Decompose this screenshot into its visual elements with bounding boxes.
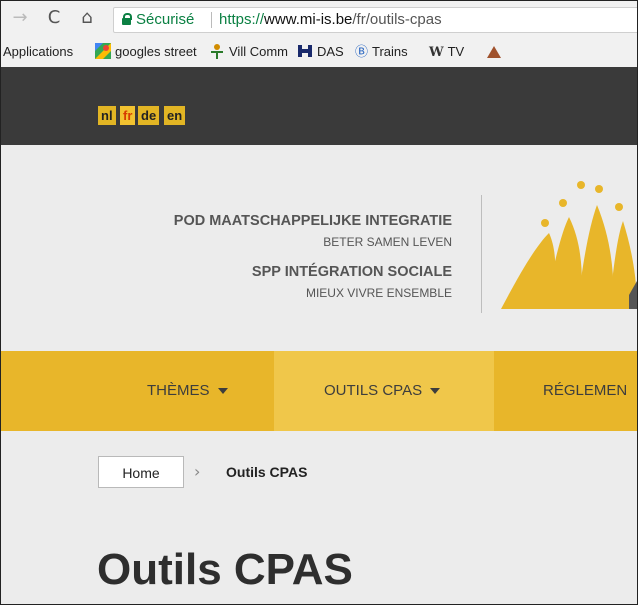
lang-fr[interactable]: fr [120,106,136,125]
bookmark-applications[interactable]: Applications [3,37,73,67]
secure-label: Sécurisé [136,11,195,28]
home-icon[interactable]: ⌂ [76,7,98,29]
nav-themes[interactable]: THÈMES [147,351,228,431]
lock-icon [122,13,132,25]
bookmark-more[interactable] [487,37,505,67]
person-icon [209,43,225,63]
chevron-right-icon: › [194,462,201,481]
nav-outils-cpas[interactable]: OUTILS CPAS [274,351,494,431]
b-circle-icon: Ⓑ [355,44,369,60]
breadcrumb-home[interactable]: Home [98,456,184,488]
site-header: POD MAATSCHAPPELIJKE INTEGRATIE BETER SA… [1,145,637,351]
logo-line-nl-slogan: BETER SAMEN LEVEN [323,235,452,249]
breadcrumb-current: Outils CPAS [226,464,308,480]
url-text[interactable]: https://www.mi-is.be/fr/outils-cpas [219,8,442,32]
lang-de[interactable]: de [138,106,160,125]
bookmark-vill-comm[interactable]: Vill Comm [209,37,288,67]
bookmarks-bar: Applications googles street Vill Comm DA… [1,37,637,68]
back-icon[interactable]: → [9,7,31,29]
bookmark-tv[interactable]: W TV [429,37,464,67]
bookmark-googles-street[interactable]: googles street [95,37,197,67]
language-bar: nl fr de en [1,67,637,145]
browser-window: → C ⌂ Sécurisé https://www.mi-is.be/fr/o… [0,0,638,605]
address-divider [211,12,212,28]
lang-en[interactable]: en [164,106,186,125]
maps-icon [95,42,111,63]
caret-down-icon [430,388,441,395]
cross-icon [297,43,313,63]
logo-line-fr-slogan: MIEUX VIVRE ENSEMBLE [305,286,452,300]
main-navigation: THÈMES OUTILS CPAS RÉGLEMEN [1,351,637,431]
browser-toolbar: → C ⌂ Sécurisé https://www.mi-is.be/fr/o… [1,1,637,37]
logo-icon[interactable] [491,175,637,325]
nav-reglementation[interactable]: RÉGLEMEN [543,351,627,431]
logo-divider [481,195,482,313]
lang-nl[interactable]: nl [98,106,116,125]
address-bar[interactable]: Sécurisé https://www.mi-is.be/fr/outils-… [113,7,637,33]
logo-line-nl-name: POD MAATSCHAPPELIJKE INTEGRATIE [173,213,452,229]
logo-line-fr-name: SPP INTÉGRATION SOCIALE [251,264,452,280]
folder-icon [487,44,501,62]
caret-down-icon [217,388,228,395]
bookmark-das[interactable]: DAS [297,37,344,67]
w-icon: W [429,44,444,60]
bookmark-trains[interactable]: Ⓑ Trains [355,37,408,67]
reload-icon[interactable]: C [43,7,65,29]
page-title: Outils CPAS [97,545,353,594]
